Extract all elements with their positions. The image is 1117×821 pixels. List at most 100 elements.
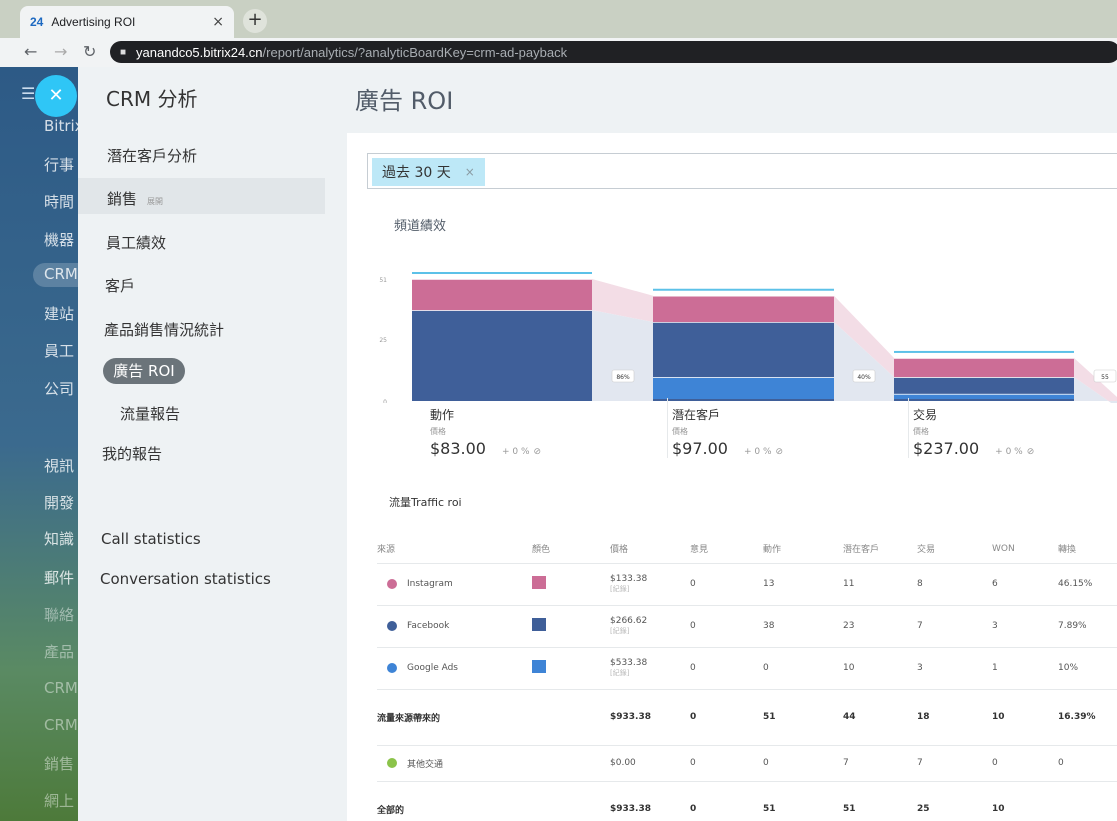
info-icon[interactable]: ⊘: [776, 447, 784, 457]
crm-analytics-menu: CRM 分析 潛在客戶分析 銷售 展開 員工績效 客戶 產品銷售情況統計 廣告 R…: [78, 67, 337, 821]
bitrix-menu-item[interactable]: 建站: [44, 303, 74, 324]
bitrix-menu-item[interactable]: 公司: [44, 378, 74, 399]
instagram-icon: [387, 579, 397, 589]
url-path: /report/analytics/?analyticBoardKey=crm-…: [262, 44, 568, 60]
stage-name: 潛在客戶: [672, 408, 721, 422]
browser-tab[interactable]: 24 Advertising ROI ×: [20, 6, 234, 38]
table-row[interactable]: Google Ads $533.38 [紀錄] 0 0 10 3 1 10%: [377, 647, 1117, 690]
bitrix-menu-item[interactable]: CRM: [44, 716, 78, 734]
menu-item-traffic-report[interactable]: 流量報告: [120, 403, 180, 424]
menu-item-my-reports[interactable]: 我的報告: [102, 443, 162, 464]
menu-item-customers[interactable]: 客戶: [105, 275, 135, 296]
column-header[interactable]: 潛在客戶: [843, 535, 917, 564]
funnel-bar-instagram: [894, 357, 1074, 378]
deals-cell: 7: [917, 745, 992, 782]
price-value: $266.62: [610, 616, 648, 626]
table-header-row: 來源 顏色 價格 意見 動作 潛在客戶 交易 WON 轉換: [377, 535, 1117, 564]
bitrix-menu-item[interactable]: CRM: [44, 265, 78, 283]
bitrix-menu-item[interactable]: 產品: [44, 641, 74, 662]
info-icon[interactable]: ⊘: [534, 447, 542, 457]
conversion-cell: [1058, 781, 1117, 821]
menu-item-conversation-statistics[interactable]: Conversation statistics: [100, 570, 271, 588]
close-slider-button[interactable]: ✕: [35, 75, 77, 117]
column-header[interactable]: 價格: [610, 535, 690, 564]
column-header[interactable]: 動作: [763, 535, 843, 564]
opinions-cell: 0: [690, 804, 697, 815]
column-header[interactable]: WON: [992, 535, 1058, 564]
forward-arrow-icon[interactable]: →: [54, 42, 67, 61]
bitrix24-favicon-icon: 24: [30, 15, 44, 29]
bitrix-menu-item[interactable]: 郵件: [44, 567, 74, 588]
price-record-link[interactable]: [紀錄]: [610, 668, 690, 678]
funnel-bar-baseline: [894, 399, 1074, 401]
funnel-bar-top-marker: [412, 272, 592, 274]
price-record-link[interactable]: [紀錄]: [610, 626, 690, 636]
reload-icon[interactable]: ↻: [83, 42, 96, 61]
stage-change: + 0 %: [995, 447, 1023, 457]
info-icon[interactable]: ⊘: [1027, 447, 1035, 457]
row-label: 全部的: [377, 805, 405, 816]
bitrix-menu-item[interactable]: CRM: [44, 679, 78, 697]
stage-change: + 0 %: [743, 447, 772, 457]
conversion-badge-label: 40%: [857, 374, 871, 381]
table-row[interactable]: Instagram $133.38 [紀錄] 0 13 11 8 6 46.15%: [377, 563, 1117, 606]
bitrix-menu-item[interactable]: 行事: [44, 154, 74, 175]
funnel-bar-facebook: [653, 322, 834, 378]
bitrix-menu-item[interactable]: 網上: [44, 790, 74, 811]
leads-cell: 10: [843, 647, 917, 690]
channel-funnel-chart: 51 25 0 86% 40% 55: [379, 272, 1117, 403]
menu-item-sales-expand[interactable]: 展開: [147, 197, 163, 206]
bitrix-menu-item[interactable]: 員工: [44, 340, 74, 361]
filter-chip-label: 過去 30 天: [382, 165, 451, 181]
traffic-total-row: 流量來源帶來的 $933.38 0 51 44 18 10 16.39%: [377, 689, 1117, 746]
menu-item-ad-roi[interactable]: 廣告 ROI: [103, 358, 185, 384]
actions-cell: 51: [763, 689, 843, 746]
bitrix-menu-item[interactable]: 開發: [44, 492, 74, 513]
menu-item-sales[interactable]: 銷售 展開: [107, 188, 163, 209]
column-header[interactable]: 來源: [377, 535, 532, 564]
bitrix-menu-item[interactable]: 聯絡: [44, 604, 74, 625]
other-traffic-row[interactable]: 其他交通 $0.00 0 0 7 7 0 0: [377, 745, 1117, 782]
filter-bar[interactable]: 過去 30 天 ×: [367, 153, 1117, 189]
new-tab-button[interactable]: +: [243, 9, 267, 33]
actions-cell: 51: [763, 804, 776, 815]
funnel-bar-facebook: [894, 377, 1074, 394]
url-host: yanandco5.bitrix24.cn: [136, 44, 263, 60]
deals-cell: 7: [917, 605, 992, 648]
bitrix-menu-item[interactable]: 機器: [44, 229, 74, 250]
menu-item-leads[interactable]: 潛在客戶分析: [107, 145, 197, 166]
bitrix-menu-item[interactable]: 視訊: [44, 455, 74, 476]
filter-chip-period[interactable]: 過去 30 天 ×: [372, 158, 485, 186]
column-header[interactable]: 交易: [917, 535, 992, 564]
bitrix-menu-item[interactable]: 銷售: [44, 753, 74, 774]
price-record-link[interactable]: [紀錄]: [610, 584, 690, 594]
column-header[interactable]: 轉換: [1058, 535, 1117, 564]
price-cell: $933.38: [610, 689, 690, 746]
tab-close-icon[interactable]: ×: [212, 14, 224, 30]
won-cell: 6: [992, 563, 1058, 606]
menu-item-call-statistics[interactable]: Call statistics: [101, 530, 201, 548]
url-field[interactable]: ■ yanandco5.bitrix24.cn/report/analytics…: [110, 41, 1117, 63]
actions-cell: 13: [763, 563, 843, 606]
hamburger-menu-icon[interactable]: ☰: [21, 84, 35, 103]
back-arrow-icon[interactable]: ←: [24, 42, 37, 61]
bitrix-menu-item[interactable]: 時間: [44, 191, 74, 212]
google-ads-icon: [387, 663, 397, 673]
conversion-badge-label: 55: [1101, 374, 1109, 381]
leads-cell: 11: [843, 563, 917, 606]
color-swatch: [532, 660, 546, 673]
menu-item-product-sales[interactable]: 產品銷售情況統計: [104, 319, 224, 340]
stage-price: $237.00: [913, 439, 980, 458]
column-header[interactable]: 意見: [690, 535, 763, 564]
remove-filter-icon[interactable]: ×: [465, 165, 475, 179]
table-row[interactable]: Facebook $266.62 [紀錄] 0 38 23 7 3 7.89%: [377, 605, 1117, 648]
stage-name: 交易: [913, 408, 938, 422]
column-header[interactable]: 顏色: [532, 535, 610, 564]
won-cell: 10: [992, 804, 1005, 815]
bitrix-menu-item[interactable]: 知識: [44, 528, 74, 549]
menu-item-staff[interactable]: 員工績效: [106, 232, 166, 253]
leads-cell: 23: [843, 605, 917, 648]
opinions-cell: 0: [690, 563, 763, 606]
opinions-cell: 0: [690, 605, 763, 648]
won-cell: 1: [992, 647, 1058, 690]
